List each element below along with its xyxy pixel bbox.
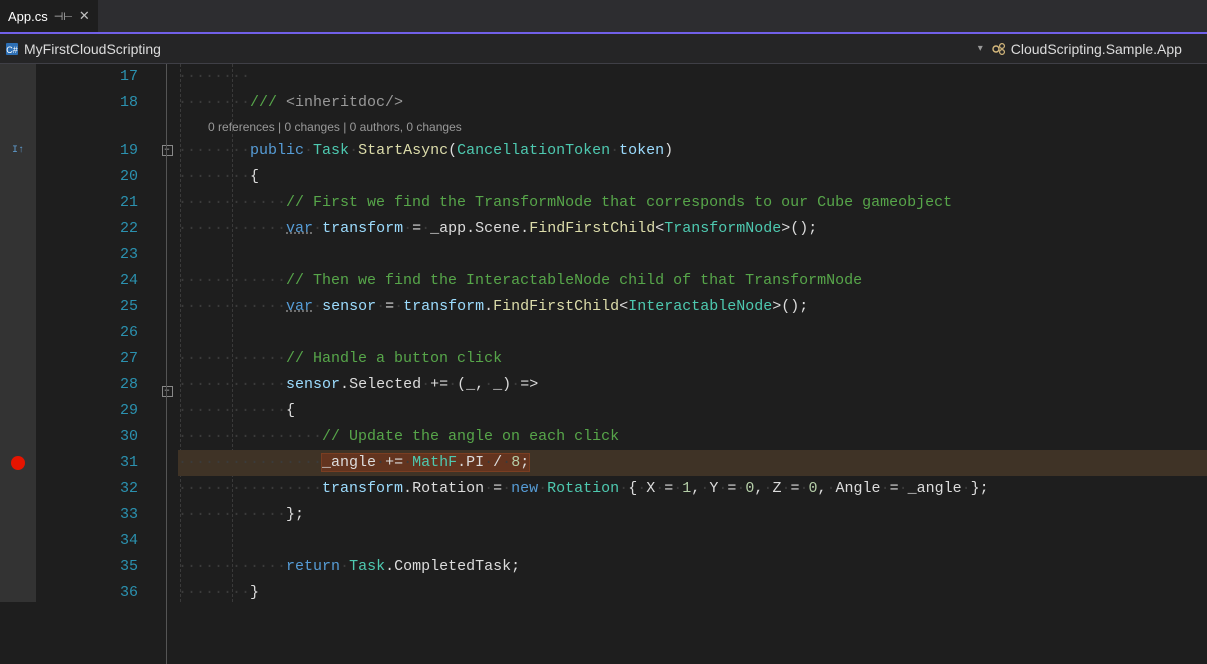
code-line xyxy=(178,320,1207,346)
code-line: ············var·transform·=·_app.Scene.F… xyxy=(178,216,1207,242)
code-area[interactable]: ········ ········/// <inheritdoc/> 0 ref… xyxy=(178,64,1207,602)
code-line: ········/// <inheritdoc/> xyxy=(178,90,1207,116)
line-number: 21 xyxy=(36,190,138,216)
scope-class-name: CloudScripting.Sample.App xyxy=(1011,41,1182,57)
line-number: 19 xyxy=(36,138,138,164)
code-line: ············{ xyxy=(178,398,1207,424)
chevron-down-icon[interactable]: ▾ xyxy=(978,43,983,54)
line-number: 34 xyxy=(36,528,138,554)
class-icon xyxy=(991,41,1007,57)
svg-text:C#: C# xyxy=(6,45,18,55)
pin-icon[interactable]: ⊣⊢ xyxy=(54,10,73,23)
line-number: 33 xyxy=(36,502,138,528)
breakpoint-icon[interactable] xyxy=(11,456,25,470)
code-line: ················transform.Rotation·=·new… xyxy=(178,476,1207,502)
line-number: 26 xyxy=(36,320,138,346)
line-number: 18 xyxy=(36,90,138,116)
scope-project-name: MyFirstCloudScripting xyxy=(24,41,161,57)
code-line: ········public·Task·StartAsync(Cancellat… xyxy=(178,138,1207,164)
line-number: 24 xyxy=(36,268,138,294)
code-line: ············// First we find the Transfo… xyxy=(178,190,1207,216)
close-icon[interactable]: ✕ xyxy=(79,8,90,24)
line-number: 35 xyxy=(36,554,138,580)
code-line: ············// Handle a button click xyxy=(178,346,1207,372)
code-line: ············sensor.Selected·+=·(_,·_)·=> xyxy=(178,372,1207,398)
code-line-current: ················_angle·+=·MathF.PI·/·8; xyxy=(178,450,1207,476)
code-line: ············return·Task.CompletedTask; xyxy=(178,554,1207,580)
code-line: ············// Then we find the Interact… xyxy=(178,268,1207,294)
line-number: 36 xyxy=(36,580,138,606)
code-editor[interactable]: I↑ 17 18 19 20 21 22 23 24 25 26 27 28 2… xyxy=(0,64,1207,602)
code-line: ········} xyxy=(178,580,1207,602)
code-line: ················// Update the angle on e… xyxy=(178,424,1207,450)
code-line xyxy=(178,242,1207,268)
line-number: 32 xyxy=(36,476,138,502)
line-number: 31 xyxy=(36,450,138,476)
change-indicator-icon: I↑ xyxy=(0,138,36,164)
codelens[interactable]: 0 references | 0 changes | 0 authors, 0 … xyxy=(178,116,1207,138)
code-line xyxy=(178,528,1207,554)
line-number: 29 xyxy=(36,398,138,424)
tab-title: App.cs xyxy=(8,9,48,24)
code-line: ············var·sensor·=·transform.FindF… xyxy=(178,294,1207,320)
line-number: 22 xyxy=(36,216,138,242)
line-number: 30 xyxy=(36,424,138,450)
file-tab[interactable]: App.cs ⊣⊢ ✕ xyxy=(0,0,98,32)
line-number: 28 xyxy=(36,372,138,398)
csharp-project-icon: C# xyxy=(4,41,20,57)
fold-toggle-icon[interactable]: − xyxy=(162,386,173,397)
fold-toggle-icon[interactable]: − xyxy=(162,145,173,156)
scope-class-dropdown[interactable]: CloudScripting.Sample.App xyxy=(991,41,1190,57)
scope-project-dropdown[interactable]: C# MyFirstCloudScripting xyxy=(4,41,970,57)
line-number: 20 xyxy=(36,164,138,190)
code-line: ········ xyxy=(178,64,1207,90)
nav-bar: C# MyFirstCloudScripting ▾ CloudScriptin… xyxy=(0,34,1207,64)
line-number: 23 xyxy=(36,242,138,268)
code-line: ············}; xyxy=(178,502,1207,528)
tab-bar: App.cs ⊣⊢ ✕ xyxy=(0,0,1207,34)
line-number: 25 xyxy=(36,294,138,320)
line-number: 27 xyxy=(36,346,138,372)
fold-margin[interactable]: − − xyxy=(156,64,178,602)
line-number-gutter: 17 18 19 20 21 22 23 24 25 26 27 28 29 3… xyxy=(36,64,156,602)
line-number: 17 xyxy=(36,64,138,90)
code-line: ········{ xyxy=(178,164,1207,190)
breakpoint-margin[interactable]: I↑ xyxy=(0,64,36,602)
